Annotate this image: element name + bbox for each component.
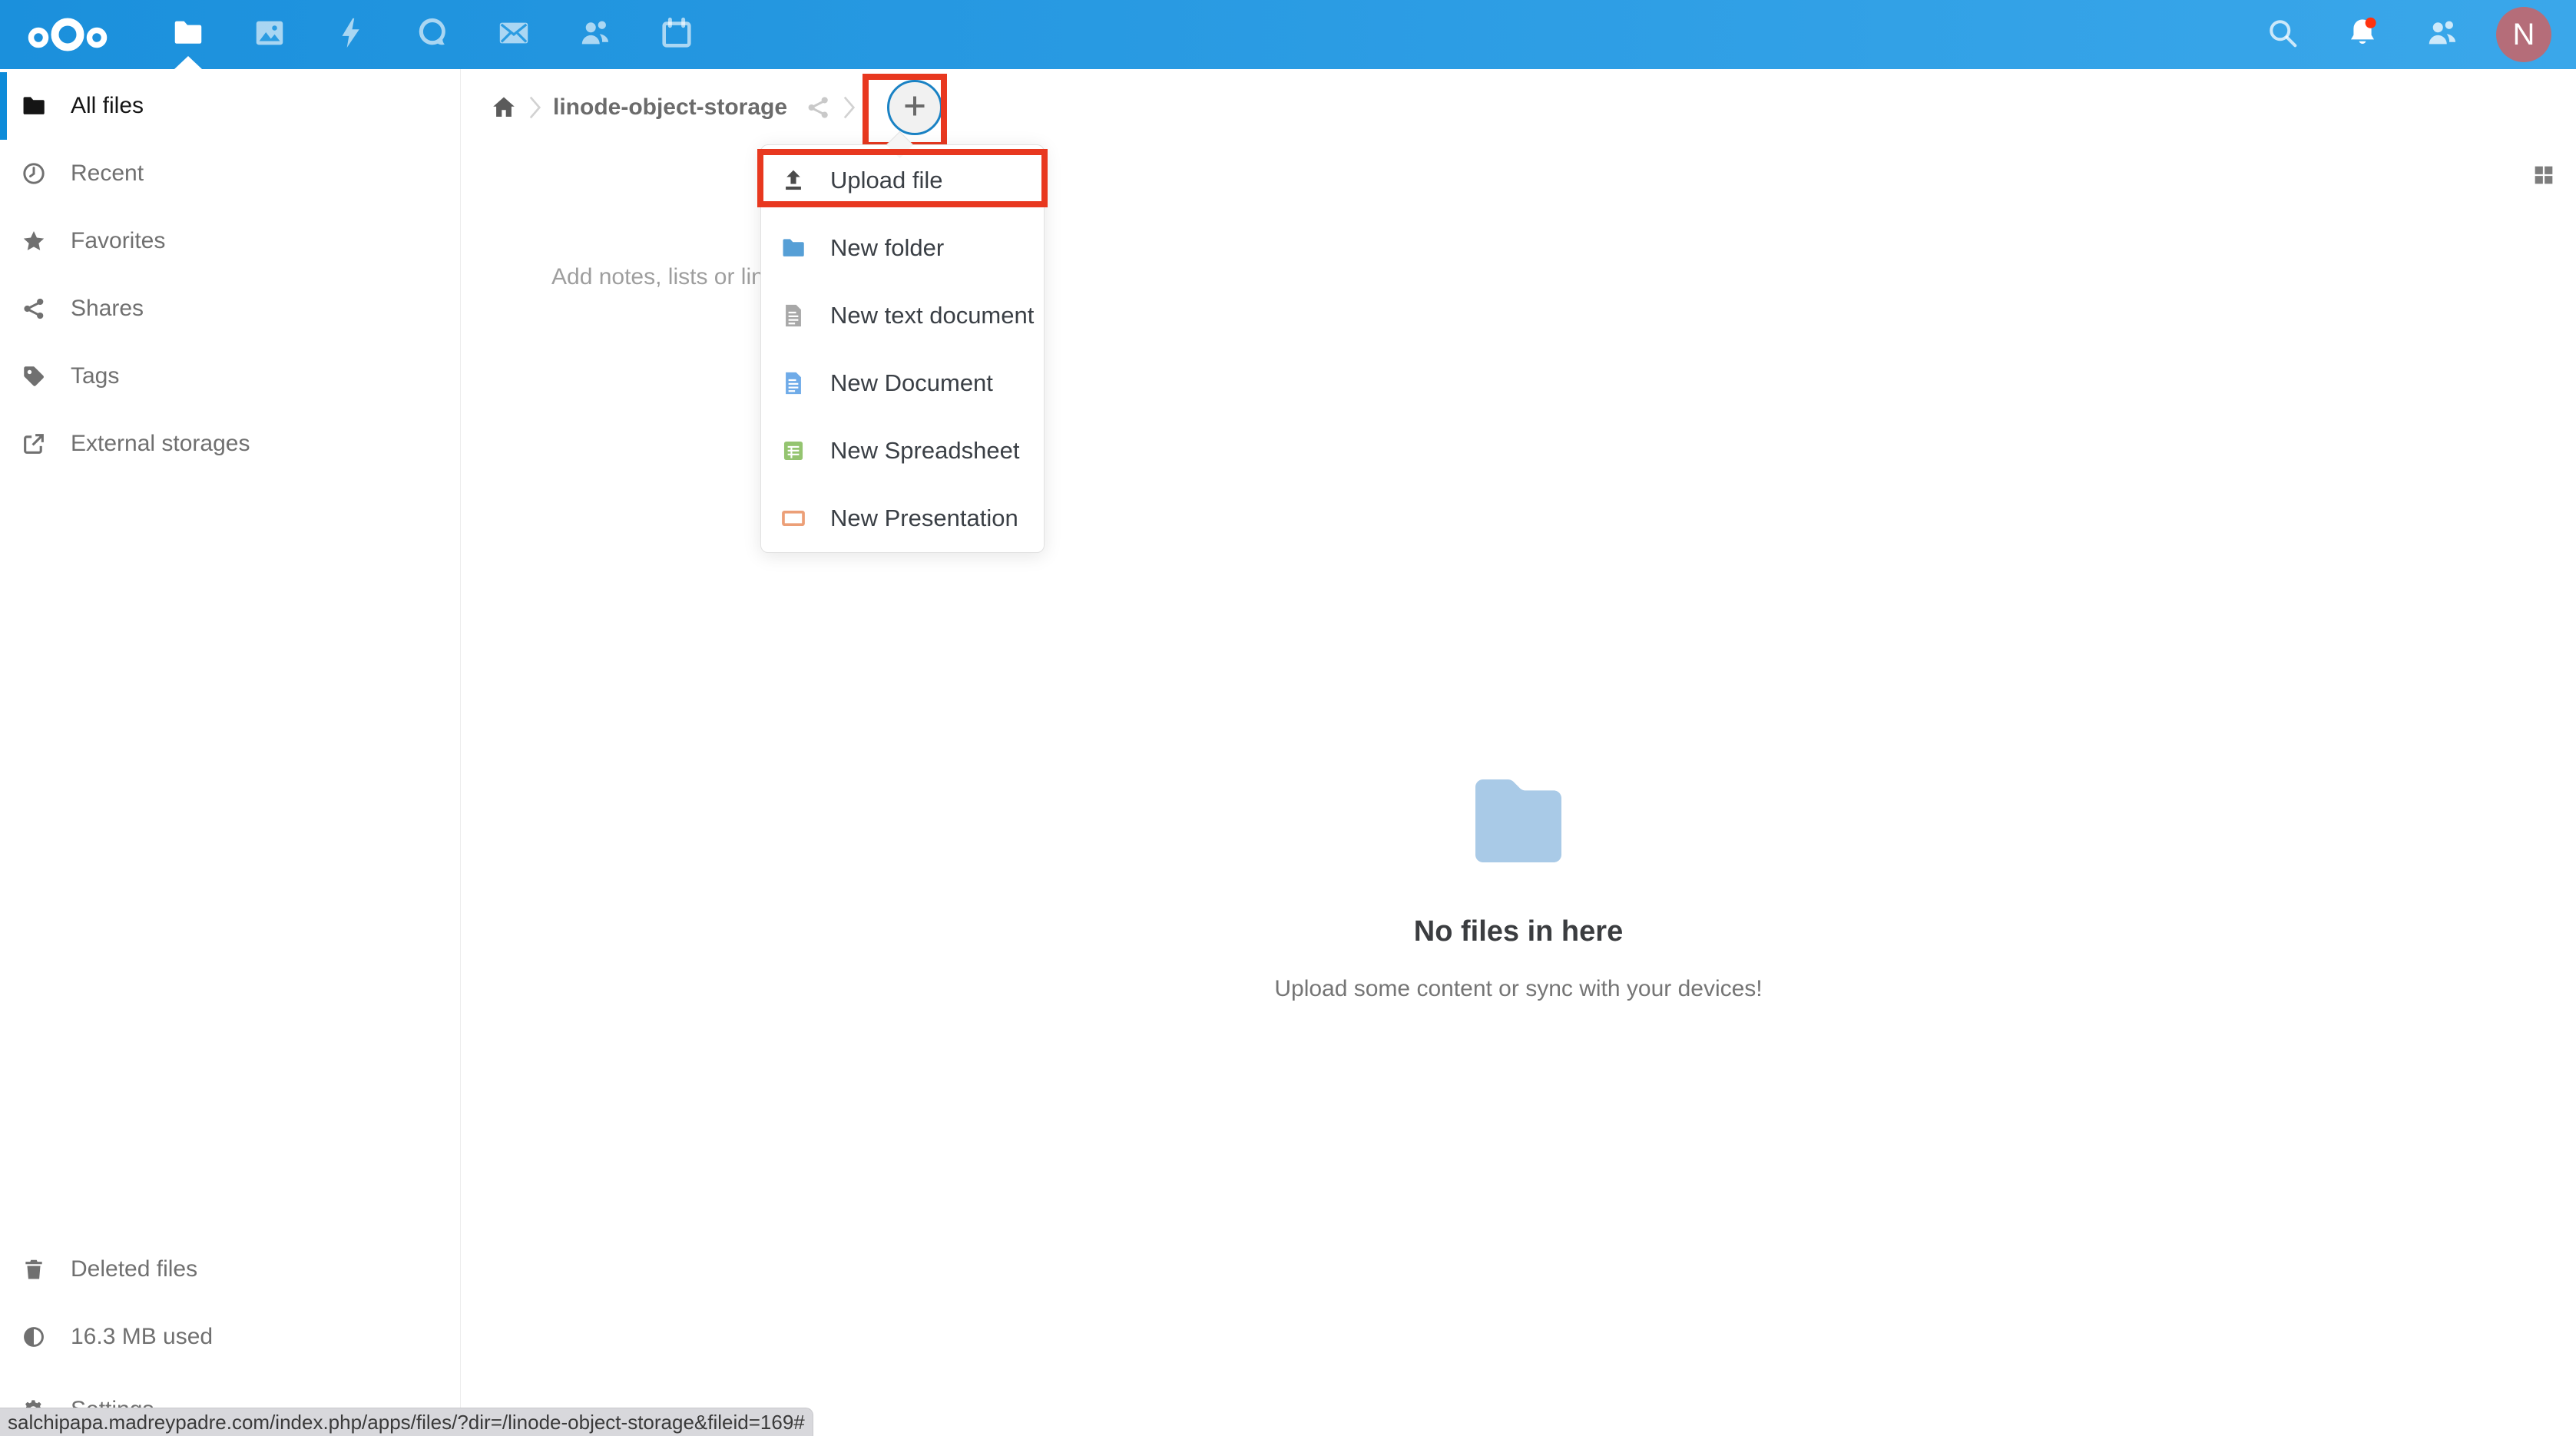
menu-item-new-presentation[interactable]: New Presentation <box>761 485 1044 552</box>
empty-folder-state: No files in here Upload some content or … <box>461 779 2576 1002</box>
view-toggle-button[interactable] <box>2527 160 2561 194</box>
nextcloud-logo[interactable] <box>20 9 115 60</box>
app-talk[interactable] <box>408 0 457 69</box>
sidebar-item-shares[interactable]: Shares <box>0 275 460 342</box>
menu-item-new-document[interactable]: New Document <box>761 349 1044 417</box>
avatar-initial: N <box>2513 18 2535 52</box>
big-folder-icon <box>1475 852 1561 865</box>
sidebar-item-label: Deleted files <box>71 1256 197 1282</box>
quota-pie-icon <box>18 1322 49 1352</box>
menu-item-label: Upload file <box>830 167 942 194</box>
app-contacts[interactable] <box>571 0 620 69</box>
external-link-icon <box>18 428 49 459</box>
chevron-right-icon <box>528 95 542 120</box>
workspace-notes-placeholder[interactable]: Add notes, lists or lin <box>551 264 764 290</box>
new-file-menu: Upload file New folder New text document… <box>760 144 1045 553</box>
upload-icon <box>780 167 806 194</box>
notification-dot <box>2366 17 2376 28</box>
top-header-bar: N <box>0 0 2576 69</box>
sidebar-item-quota: 16.3 MB used <box>0 1303 478 1371</box>
app-navigation <box>147 0 717 69</box>
user-avatar[interactable]: N <box>2496 7 2551 62</box>
search-button[interactable] <box>2258 0 2307 69</box>
clock-icon <box>18 158 49 189</box>
sidebar-nav: All files Recent Favorites Shares <box>0 69 460 478</box>
text-file-icon <box>780 303 806 329</box>
breadcrumb-current-folder[interactable]: linode-object-storage <box>553 94 787 121</box>
empty-state-title: No files in here <box>461 915 2576 948</box>
breadcrumb: linode-object-storage <box>461 69 2576 146</box>
chevron-right-icon <box>843 95 856 120</box>
lightning-icon <box>333 15 369 55</box>
star-icon <box>18 226 49 256</box>
spreadsheet-icon <box>780 438 806 464</box>
sidebar-item-label: Tags <box>71 363 119 389</box>
notifications-button[interactable] <box>2338 0 2387 69</box>
sidebar-item-label: All files <box>71 93 144 119</box>
calendar-icon <box>659 15 694 55</box>
folder-icon <box>171 15 206 55</box>
blue-folder-icon <box>780 235 806 261</box>
sidebar-item-tags[interactable]: Tags <box>0 342 460 410</box>
presentation-icon <box>780 505 806 531</box>
sidebar-item-label: External storages <box>71 431 250 457</box>
menu-item-new-spreadsheet[interactable]: New Spreadsheet <box>761 417 1044 485</box>
document-icon <box>780 370 806 396</box>
speech-bubble-icon <box>415 15 450 55</box>
sidebar-item-favorites[interactable]: Favorites <box>0 207 460 275</box>
app-activity[interactable] <box>326 0 376 69</box>
magnifier-icon <box>2265 15 2300 55</box>
share-icon[interactable] <box>804 94 832 121</box>
nextcloud-files-app: N All files Recent Favorite <box>0 0 2576 1436</box>
app-files[interactable] <box>164 0 213 69</box>
people-icon <box>578 15 613 55</box>
header-right-actions: N <box>2243 0 2576 69</box>
menu-item-new-folder[interactable]: New folder <box>761 214 1044 282</box>
person-group-icon <box>2425 15 2460 55</box>
menu-item-label: New Document <box>830 369 993 397</box>
empty-state-subtitle: Upload some content or sync with your de… <box>461 976 2576 1002</box>
grid-icon <box>2531 162 2557 192</box>
new-file-button[interactable] <box>887 80 942 135</box>
tag-icon <box>18 361 49 392</box>
menu-item-label: New Presentation <box>830 505 1018 532</box>
sidebar-item-external-storages[interactable]: External storages <box>0 410 460 478</box>
plus-icon <box>899 91 930 125</box>
link-status-bar: salchipapa.madreypadre.com/index.php/app… <box>0 1408 813 1436</box>
home-icon[interactable] <box>490 94 518 121</box>
menu-item-label: New folder <box>830 234 944 262</box>
menu-item-new-text-document[interactable]: New text document <box>761 282 1044 349</box>
app-photos[interactable] <box>245 0 294 69</box>
envelope-icon <box>496 15 531 55</box>
folder-icon <box>18 91 49 121</box>
sidebar-item-recent[interactable]: Recent <box>0 140 460 207</box>
sidebar-item-all-files[interactable]: All files <box>0 72 460 140</box>
trash-icon <box>18 1254 49 1285</box>
menu-item-upload-file[interactable]: Upload file <box>761 147 1044 214</box>
app-mail[interactable] <box>489 0 538 69</box>
bell-icon <box>2344 15 2381 55</box>
quota-label: 16.3 MB used <box>71 1324 213 1350</box>
sidebar-item-label: Recent <box>71 160 144 187</box>
menu-item-label: New text document <box>830 302 1034 329</box>
sidebar-item-label: Shares <box>71 296 144 322</box>
sidebar-item-label: Favorites <box>71 228 165 254</box>
files-sidebar: All files Recent Favorites Shares <box>0 69 461 1436</box>
app-calendar[interactable] <box>652 0 701 69</box>
photos-icon <box>252 15 287 55</box>
contacts-menu-button[interactable] <box>2418 0 2467 69</box>
status-url: salchipapa.madreypadre.com/index.php/app… <box>8 1411 805 1434</box>
menu-item-label: New Spreadsheet <box>830 437 1019 465</box>
sidebar-item-deleted-files[interactable]: Deleted files <box>0 1236 478 1303</box>
share-icon <box>18 293 49 324</box>
